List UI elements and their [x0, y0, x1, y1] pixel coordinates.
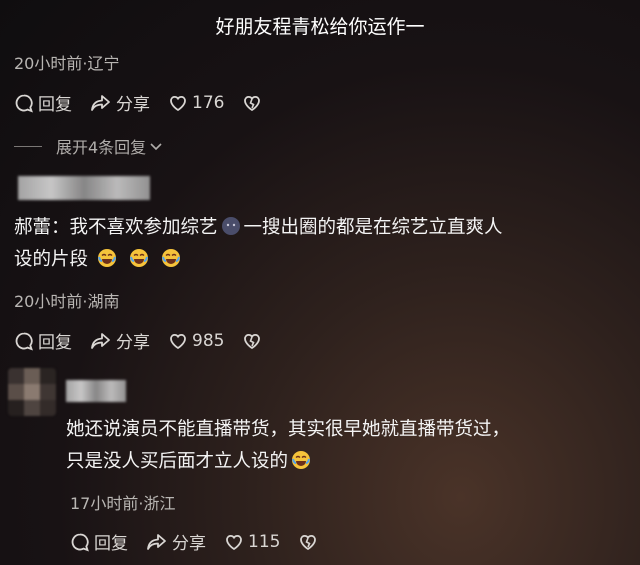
reply-button[interactable]: 回复: [70, 529, 128, 554]
dislike-button[interactable]: [242, 331, 266, 351]
share-icon: [147, 533, 166, 550]
share-button[interactable]: 分享: [90, 328, 150, 353]
comment-actions: 回复 分享 115: [70, 529, 340, 554]
chevron-down-icon: [150, 143, 162, 151]
heart-icon: [170, 333, 186, 349]
comment-text-part: 她还说演员不能直播带货，其实很早她就直播带货过，: [66, 419, 511, 440]
comment-text-part: 设的片段: [14, 249, 89, 270]
comment-text: 她还说演员不能直播带货，其实很早她就直播带货过， 只是没人买后面才立人设的: [66, 414, 636, 478]
share-label: 分享: [116, 333, 150, 353]
reply-label: 回复: [94, 534, 128, 554]
reply-label: 回复: [38, 333, 72, 353]
like-button[interactable]: 115: [224, 532, 280, 552]
comment-icon: [15, 94, 33, 112]
username-blurred[interactable]: [18, 176, 150, 200]
like-button[interactable]: 985: [168, 331, 224, 351]
dislike-button[interactable]: [242, 93, 266, 113]
reply-button[interactable]: 回复: [14, 328, 72, 353]
share-label: 分享: [116, 95, 150, 115]
laugh-cry-emoji: [161, 249, 180, 267]
expand-replies-button[interactable]: 展开4条回复: [14, 134, 164, 158]
comment-text: 郝蕾：我不喜欢参加综艺 一搜出圈的都是在综艺立直爽人 设的片段: [14, 212, 634, 276]
username-blurred[interactable]: [66, 380, 126, 402]
share-icon: [91, 94, 110, 111]
like-button[interactable]: 176: [168, 93, 224, 113]
comment-icon: [15, 332, 33, 350]
heart-icon: [226, 534, 242, 550]
comment-meta: 20小时前·辽宁: [14, 54, 120, 73]
share-label: 分享: [172, 534, 206, 554]
heart-icon: [170, 95, 186, 111]
broken-heart-icon: [244, 333, 261, 349]
comment-text-part: 只是没人买后面才立人设的: [66, 451, 289, 472]
reply-label: 回复: [38, 95, 72, 115]
like-count: 985: [192, 330, 225, 351]
avatar[interactable]: [8, 368, 56, 416]
comment-text-part: 一搜出圈的都是在综艺立直爽人: [243, 217, 503, 238]
like-count: 176: [192, 92, 225, 113]
expand-replies-label: 展开4条回复: [56, 138, 147, 157]
comment-text-part: 郝蕾：我不喜欢参加综艺: [14, 217, 218, 238]
laugh-cry-emoji: [129, 249, 148, 267]
share-button[interactable]: 分享: [146, 529, 206, 554]
broken-heart-icon: [244, 95, 261, 111]
laugh-cry-emoji: [292, 451, 311, 469]
comment-icon: [71, 533, 89, 551]
broken-heart-icon: [300, 534, 317, 550]
face-emoji: [221, 217, 240, 235]
share-button[interactable]: 分享: [90, 90, 150, 115]
dislike-button[interactable]: [298, 532, 322, 552]
laugh-cry-emoji: [97, 249, 116, 267]
like-count: 115: [248, 531, 281, 552]
share-icon: [91, 332, 110, 349]
reply-button[interactable]: 回复: [14, 90, 72, 115]
comment-meta: 20小时前·湖南: [14, 292, 120, 311]
comment-actions: 回复 分享 985: [14, 328, 284, 353]
comment-meta: 17小时前·浙江: [70, 494, 176, 513]
comment-actions: 回复 分享 176: [14, 90, 284, 115]
divider-line: [14, 145, 42, 147]
comment-text-top: 好朋友程青松给你运作一: [215, 16, 425, 38]
